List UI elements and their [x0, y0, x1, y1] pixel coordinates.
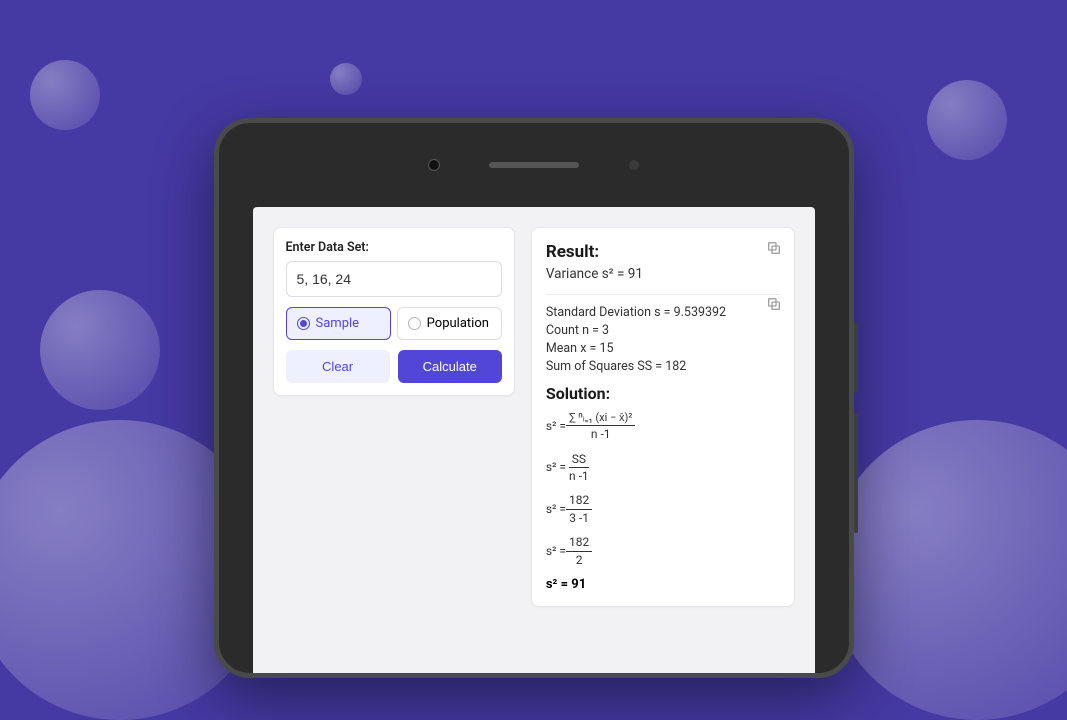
formula-denominator: 3 -1	[566, 510, 592, 525]
divider	[546, 294, 780, 295]
bg-bubble	[330, 63, 362, 95]
data-set-label: Enter Data Set:	[286, 240, 502, 255]
formula-lhs: s² =	[546, 544, 566, 558]
sample-radio-label: Sample	[316, 316, 360, 331]
ss-value: Sum of Squares SS = 182	[546, 359, 780, 374]
sample-radio[interactable]: Sample	[286, 307, 391, 340]
formula-numerator: ∑ ⁿᵢ₌₁ (xi − x̄)²	[566, 411, 635, 426]
formula-lhs: s² =	[546, 419, 566, 433]
formula-step: s² = ∑ ⁿᵢ₌₁ (xi − x̄)² n -1	[546, 411, 780, 442]
population-radio-label: Population	[427, 316, 489, 331]
radio-selected-icon	[297, 317, 310, 330]
formula-step: s² = 182 2	[546, 535, 780, 567]
variance-value: Variance s² = 91	[546, 266, 780, 282]
formula-denominator: 2	[573, 552, 586, 567]
radio-unselected-icon	[408, 317, 421, 330]
result-title: Result:	[546, 242, 780, 262]
formula-lhs: s² =	[546, 502, 566, 516]
calculate-button[interactable]: Calculate	[398, 350, 502, 383]
bg-bubble	[927, 80, 1007, 160]
device-sensor	[629, 160, 639, 170]
final-answer: s² = 91	[546, 577, 780, 592]
bg-bubble	[30, 60, 100, 130]
device-camera	[429, 160, 439, 170]
device-side-button	[854, 323, 858, 393]
formula-denominator: n -1	[566, 468, 592, 483]
input-card: Enter Data Set: Sample Population Clear …	[273, 227, 515, 396]
data-set-input[interactable]	[286, 261, 502, 297]
copy-icon[interactable]	[766, 296, 782, 316]
mean-value: Mean x = 15	[546, 341, 780, 356]
std-dev-value: Standard Deviation s = 9.539392	[546, 305, 780, 320]
formula-step: s² = SS n -1	[546, 452, 780, 484]
formula-numerator: 182	[566, 535, 592, 551]
result-card: Result: Variance s² = 91 Standard Deviat…	[531, 227, 795, 607]
tablet-device-frame: Enter Data Set: Sample Population Clear …	[214, 118, 854, 678]
app-screen: Enter Data Set: Sample Population Clear …	[253, 207, 815, 673]
population-radio[interactable]: Population	[397, 307, 502, 340]
formula-numerator: 182	[566, 493, 592, 509]
formula-denominator: n -1	[588, 426, 614, 441]
formula-step: s² = 182 3 -1	[546, 493, 780, 525]
bg-bubble	[40, 290, 160, 410]
formula-lhs: s² =	[546, 460, 566, 474]
count-value: Count n = 3	[546, 323, 780, 338]
clear-button[interactable]: Clear	[286, 350, 390, 383]
device-side-button	[854, 413, 858, 533]
action-buttons: Clear Calculate	[286, 350, 502, 383]
bg-bubble	[827, 420, 1067, 720]
sample-type-group: Sample Population	[286, 307, 502, 340]
formula-numerator: SS	[569, 452, 589, 468]
copy-icon[interactable]	[766, 240, 782, 260]
solution-title: Solution:	[546, 384, 780, 403]
device-speaker	[489, 162, 579, 168]
